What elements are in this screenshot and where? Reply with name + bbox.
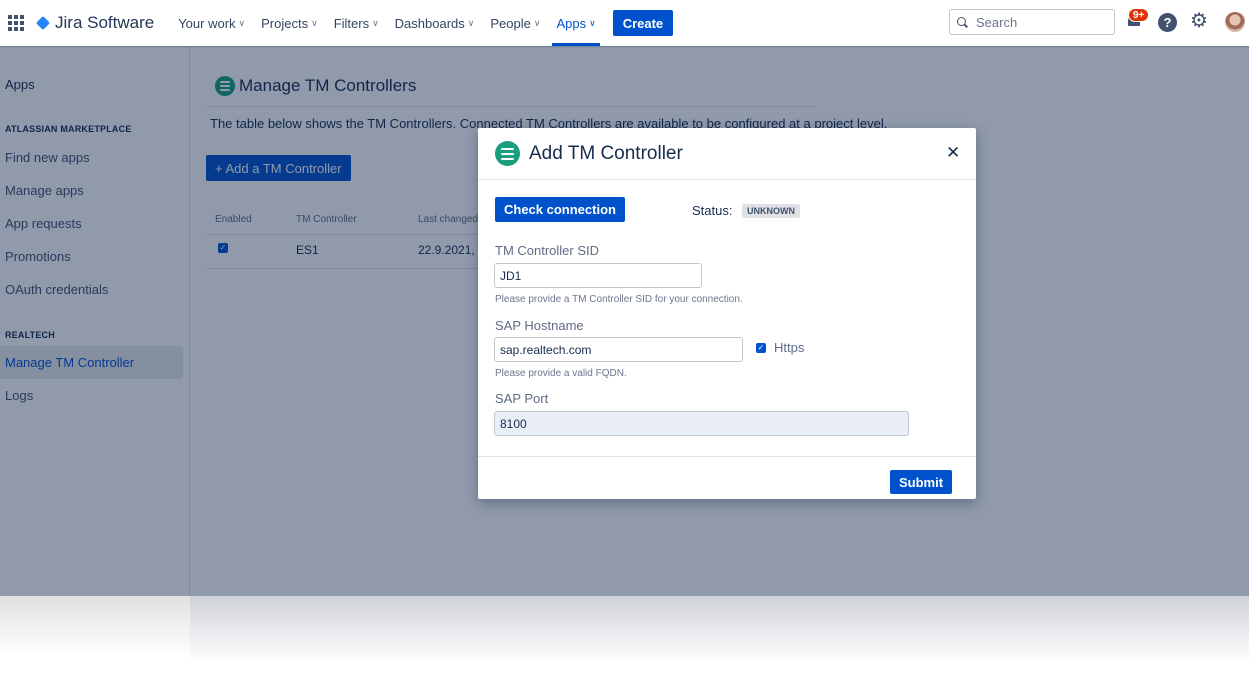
gear-icon[interactable]: ⚙ xyxy=(1190,11,1208,31)
port-input[interactable]: 8100 xyxy=(494,411,909,436)
hostname-label: SAP Hostname xyxy=(495,318,584,333)
nav-label: People xyxy=(490,15,531,31)
nav-dashboards[interactable]: Dashboards ∨ xyxy=(387,0,483,46)
tm-controller-logo-icon xyxy=(495,141,520,166)
product-name: Jira Software xyxy=(55,13,155,32)
primary-nav: Your work ∨ Projects ∨ Filters ∨ Dashboards… xyxy=(170,0,674,46)
divider xyxy=(478,456,976,457)
nav-label: Apps xyxy=(556,15,587,31)
https-label: Https xyxy=(774,340,805,355)
chevron-down-icon: ∨ xyxy=(589,17,596,28)
chevron-down-icon: ∨ xyxy=(311,17,318,28)
dialog-header: Add TM Controller ✕ xyxy=(478,128,976,180)
help-icon[interactable]: ? xyxy=(1158,13,1177,32)
port-label: SAP Port xyxy=(495,391,549,406)
search-placeholder: Search xyxy=(976,14,1018,30)
hostname-input[interactable]: sap.realtech.com xyxy=(494,337,743,362)
jira-logo[interactable]: Jira Software xyxy=(34,0,154,46)
top-navigation: Jira Software Your work ∨ Projects ∨ Filte… xyxy=(0,0,1249,46)
jira-logo-icon xyxy=(35,15,51,31)
nav-label: Filters xyxy=(333,15,370,31)
check-connection-button[interactable]: Check connection xyxy=(495,197,625,222)
nav-label: Dashboards xyxy=(394,15,465,31)
avatar[interactable] xyxy=(1225,12,1245,32)
sid-input[interactable]: JD1 xyxy=(494,263,702,288)
status-badge: UNKNOWN xyxy=(742,204,800,218)
create-button[interactable]: Create xyxy=(612,10,674,36)
search-icon xyxy=(957,16,968,28)
bottom-fade xyxy=(0,596,190,675)
nav-people[interactable]: People ∨ xyxy=(482,0,548,46)
chevron-down-icon: ∨ xyxy=(238,17,246,28)
sid-label: TM Controller SID xyxy=(495,243,600,258)
chevron-down-icon: ∨ xyxy=(372,17,379,28)
nav-filters[interactable]: Filters ∨ xyxy=(326,0,387,46)
search-input[interactable]: Search xyxy=(949,9,1115,35)
dialog-title: Add TM Controller xyxy=(529,143,683,164)
nav-label: Projects xyxy=(261,15,309,31)
add-tm-controller-dialog: Add TM Controller ✕ Check connection Sta… xyxy=(478,128,976,499)
nav-your-work[interactable]: Your work ∨ xyxy=(170,0,253,46)
app-switcher-icon[interactable] xyxy=(8,15,24,31)
notification-badge: 9+ xyxy=(1128,8,1150,22)
chevron-down-icon: ∨ xyxy=(467,17,475,28)
nav-projects[interactable]: Projects ∨ xyxy=(253,0,326,46)
nav-apps[interactable]: Apps ∨ xyxy=(548,0,603,46)
sid-help-text: Please provide a TM Controller SID for y… xyxy=(495,294,743,305)
close-icon[interactable]: ✕ xyxy=(946,143,960,163)
https-checkbox[interactable]: ✓ xyxy=(756,343,766,353)
nav-label: Your work xyxy=(178,15,236,31)
hostname-help-text: Please provide a valid FQDN. xyxy=(495,368,627,379)
submit-button[interactable]: Submit xyxy=(890,470,953,494)
status-label: Status: xyxy=(692,203,733,218)
chevron-down-icon: ∨ xyxy=(533,17,541,28)
